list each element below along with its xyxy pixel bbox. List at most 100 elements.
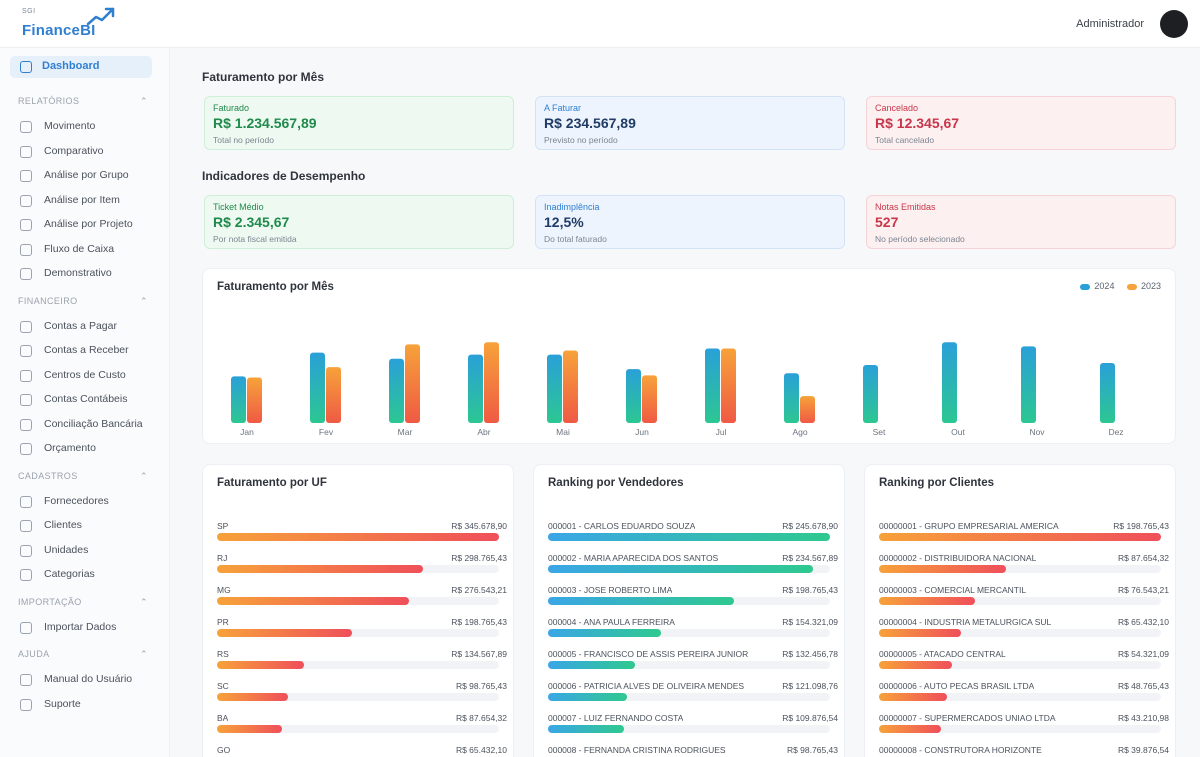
sidebar-item[interactable]: Manual do Usuário (20, 671, 160, 689)
bar-2023-Mar[interactable] (405, 344, 420, 423)
bar-2023-Fev[interactable] (326, 367, 341, 423)
sidebar-item[interactable]: Comparativo (20, 143, 160, 161)
bar-2024-Mar[interactable] (389, 358, 404, 423)
rank-row[interactable]: 000002 - MARIA APARECIDA DOS SANTOS R$ 23… (548, 553, 838, 583)
sidebar-item[interactable]: Conciliação Bancária (20, 416, 160, 434)
sidebar-section-1[interactable]: Financeiro ⌃ (18, 296, 148, 310)
user-name[interactable]: Administrador (1022, 14, 1144, 34)
app-logo[interactable]: SGI FinanceBI (22, 6, 118, 42)
rank-value: R$ 132.456,78 (782, 649, 838, 659)
chevron-up-icon[interactable]: ⌃ (140, 96, 148, 107)
sidebar-section-title: Importação (18, 596, 82, 607)
menu-item-icon (20, 194, 32, 207)
sidebar-item-dashboard[interactable]: Dashboard (10, 56, 152, 78)
bar-2023-Jul[interactable] (721, 348, 736, 423)
bar-2023-Abr[interactable] (484, 342, 499, 423)
sidebar-section-3[interactable]: Importação ⌃ (18, 597, 148, 611)
bar-2023-Jan[interactable] (247, 377, 262, 423)
rank-row[interactable]: 000007 - LUIZ FERNANDO COSTA R$ 109.876,5… (548, 713, 838, 743)
chevron-up-icon[interactable]: ⌃ (140, 296, 148, 307)
bar-2024-Ago[interactable] (784, 373, 799, 423)
rank-value: R$ 345.678,90 (451, 521, 507, 531)
rank-row[interactable]: 00000006 - AUTO PECAS BRASIL LTDA R$ 48.7… (879, 681, 1169, 711)
bar-2023-Ago[interactable] (800, 396, 815, 423)
rank-row[interactable]: MG R$ 276.543,21 (217, 585, 507, 615)
sidebar: Dashboard Relatórios ⌃ Movimento Comparativ… (0, 48, 170, 757)
kpi-value: 527 (875, 214, 899, 230)
sidebar-item[interactable]: Demonstrativo (20, 265, 160, 283)
bar-2024-Jul[interactable] (705, 348, 720, 423)
rank-row[interactable]: SP R$ 345.678,90 (217, 521, 507, 551)
bar-2023-Mai[interactable] (563, 350, 578, 423)
sidebar-item[interactable]: Análise por Grupo (20, 167, 160, 185)
kpi-value: R$ 12.345,67 (875, 115, 960, 131)
sidebar-item[interactable]: Análise por Projeto (20, 216, 160, 234)
sidebar-item[interactable]: Contas a Receber (20, 342, 160, 360)
sidebar-item[interactable]: Unidades (20, 542, 160, 560)
sidebar-item[interactable]: Importar Dados (20, 619, 160, 637)
rank-row[interactable]: 00000002 - DISTRIBUIDORA NACIONAL R$ 87.6… (879, 553, 1169, 583)
rank-row[interactable]: 000004 - ANA PAULA FERREIRA R$ 154.321,09 (548, 617, 838, 647)
rank-row[interactable]: 000006 - PATRICIA ALVES DE OLIVEIRA MEND… (548, 681, 838, 711)
rank-row[interactable]: 00000008 - CONSTRUTORA HORIZONTE R$ 39.87… (879, 745, 1169, 757)
rank-row[interactable]: PR R$ 198.765,43 (217, 617, 507, 647)
sidebar-section-0[interactable]: Relatórios ⌃ (18, 96, 148, 110)
sidebar-section-2[interactable]: Cadastros ⌃ (18, 471, 148, 485)
rank-bar-track (548, 597, 830, 605)
bar-2024-Jan[interactable] (231, 376, 246, 423)
chevron-up-icon[interactable]: ⌃ (140, 649, 148, 660)
avatar[interactable] (1160, 10, 1188, 38)
kpi-card: Faturado R$ 1.234.567,89 Total no período (204, 96, 514, 150)
bar-2024-Dez[interactable] (1100, 362, 1115, 423)
rank-bar-fill (879, 661, 953, 669)
bar-2024-Set[interactable] (863, 365, 878, 423)
rank-row[interactable]: 000008 - FERNANDA CRISTINA RODRIGUES R$ 9… (548, 745, 838, 757)
bar-2024-Mai[interactable] (547, 354, 562, 423)
rank-row[interactable]: 00000004 - INDUSTRIA METALURGICA SUL R$ 6… (879, 617, 1169, 647)
sidebar-item[interactable]: Suporte (20, 696, 160, 714)
bar-2024-Out[interactable] (942, 342, 957, 423)
rank-row[interactable]: SC R$ 98.765,43 (217, 681, 507, 711)
bar-2024-Abr[interactable] (468, 354, 483, 423)
sidebar-item[interactable]: Movimento (20, 118, 160, 136)
rank-row[interactable]: RS R$ 134.567,89 (217, 649, 507, 679)
rank-value: R$ 198.765,43 (782, 585, 838, 595)
x-tick-label: Nov (1029, 427, 1045, 437)
menu-item-icon (20, 219, 32, 231)
rank-value: R$ 109.876,54 (782, 713, 838, 723)
sidebar-item[interactable]: Contas a Pagar (20, 318, 160, 336)
rank-row[interactable]: 00000007 - SUPERMERCADOS UNIAO LTDA R$ 43… (879, 713, 1169, 743)
menu-item-icon (20, 621, 32, 634)
rank-row[interactable]: 00000003 - COMERCIAL MERCANTIL R$ 76.543,… (879, 585, 1169, 615)
bar-2023-Jun[interactable] (642, 375, 657, 423)
chevron-up-icon[interactable]: ⌃ (140, 597, 148, 608)
chevron-up-icon[interactable]: ⌃ (140, 471, 148, 482)
rank-row[interactable]: GO R$ 65.432,10 (217, 745, 507, 757)
kpi-label: Notas Emitidas (875, 202, 936, 212)
sidebar-item[interactable]: Análise por Item (20, 192, 160, 210)
rank-name: 000004 - ANA PAULA FERREIRA (548, 617, 675, 627)
sidebar-item[interactable]: Fornecedores (20, 493, 160, 511)
rank-row[interactable]: BA R$ 87.654,32 (217, 713, 507, 743)
menu-item-icon (20, 121, 32, 133)
rank-value: R$ 276.543,21 (451, 585, 507, 595)
sidebar-item[interactable]: Categorias (20, 566, 160, 584)
bar-2024-Fev[interactable] (310, 352, 325, 423)
sidebar-section-4[interactable]: Ajuda ⌃ (18, 649, 148, 663)
rank-row[interactable]: RJ R$ 298.765,43 (217, 553, 507, 583)
sidebar-item[interactable]: Orçamento (20, 440, 160, 458)
sidebar-item[interactable]: Centros de Custo (20, 367, 160, 385)
menu-item-icon (20, 268, 32, 280)
rank-row[interactable]: 000005 - FRANCISCO DE ASSIS PEREIRA JUNI… (548, 649, 838, 679)
bar-2024-Nov[interactable] (1021, 346, 1036, 423)
rank-bar-track (548, 661, 830, 669)
sidebar-item[interactable]: Fluxo de Caixa (20, 241, 160, 259)
bar-2024-Jun[interactable] (626, 369, 641, 423)
sidebar-item[interactable]: Contas Contábeis (20, 391, 160, 409)
sidebar-item[interactable]: Clientes (20, 517, 160, 535)
rank-row[interactable]: 000003 - JOSE ROBERTO LIMA R$ 198.765,43 (548, 585, 838, 615)
rank-row[interactable]: 000001 - CARLOS EDUARDO SOUZA R$ 245.678,… (548, 521, 838, 551)
menu-item-icon (20, 243, 32, 256)
rank-row[interactable]: 00000001 - GRUPO EMPRESARIAL AMERICA R$ 1… (879, 521, 1169, 551)
rank-row[interactable]: 00000005 - ATACADO CENTRAL R$ 54.321,09 (879, 649, 1169, 679)
